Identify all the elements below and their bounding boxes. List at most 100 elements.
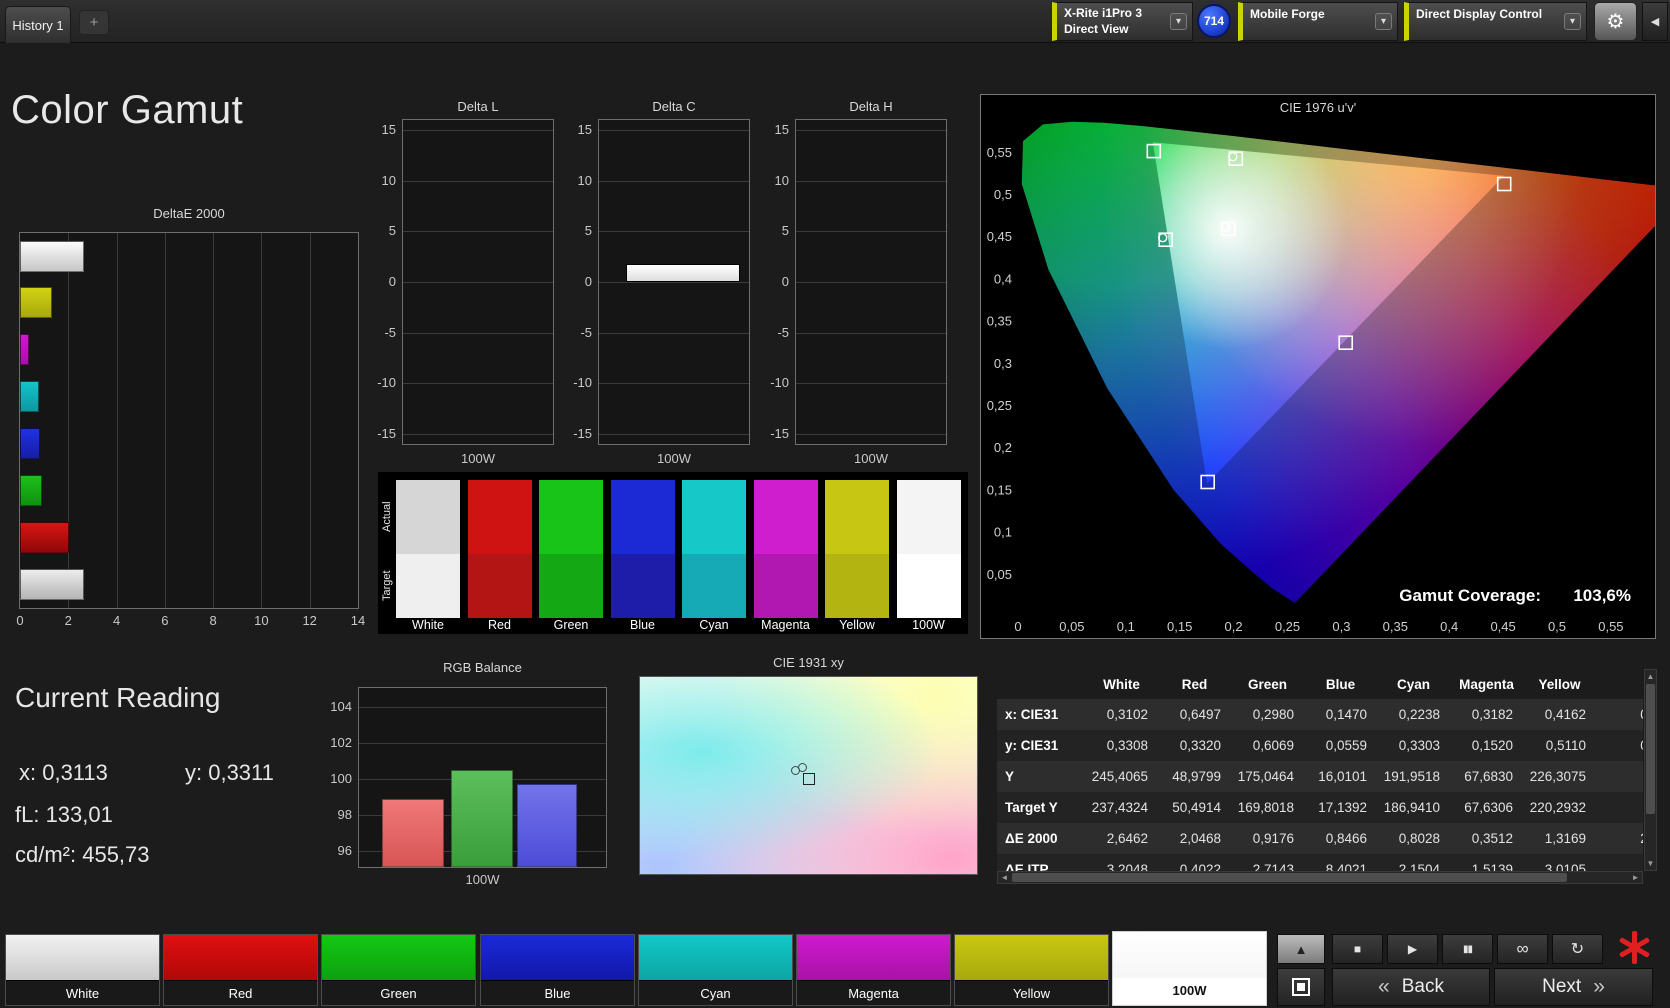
single-measure-button[interactable] [1277, 968, 1325, 1006]
display-control-name: Direct Display Control [1416, 7, 1543, 21]
meter-dropdown[interactable]: X-Rite i1Pro 3 Direct View ▾ [1052, 2, 1193, 41]
add-tab-button[interactable]: + [79, 10, 109, 35]
meter-count-badge: 714 [1197, 4, 1231, 38]
scroll-left-icon[interactable]: ◄ [998, 872, 1011, 883]
source-name: Mobile Forge [1250, 7, 1325, 21]
row-label: Target Y [1005, 800, 1058, 815]
patch-button-red[interactable]: Red [163, 934, 318, 1006]
measurement-table: White Red Green Blue Cyan Magenta Yellow x: CIE… [997, 669, 1643, 871]
abort-button[interactable] [1612, 928, 1656, 968]
collapse-panel-button[interactable]: ◀ [1642, 2, 1668, 41]
back-button[interactable]: « Back [1332, 968, 1490, 1006]
axis-tick-label: 0,55 [987, 145, 1012, 160]
grid-line [164, 233, 166, 608]
grid-line [403, 332, 553, 334]
patch-button-white[interactable]: White [5, 934, 160, 1006]
next-label: Next [1542, 976, 1582, 997]
play-icon: ▶ [1407, 942, 1418, 956]
scroll-up-icon[interactable]: ▲ [1645, 670, 1656, 683]
table-cell: 0,6069 [1252, 738, 1294, 753]
reading-y: y: 0,3311 [185, 760, 274, 785]
scroll-right-icon[interactable]: ► [1629, 872, 1642, 883]
delta-chart-delta-c [598, 119, 750, 445]
table-h-scrollbar[interactable]: ◄ ► [997, 871, 1643, 884]
swatch-actual-100w [896, 480, 961, 554]
patch-button-magenta[interactable]: Magenta [796, 934, 951, 1006]
up-arrow-icon: ▲ [1294, 941, 1308, 957]
tab-history-1[interactable]: History 1 [5, 6, 71, 43]
table-cell: 0,3320 [1179, 738, 1221, 753]
axis-tick-label: 0 [16, 613, 24, 628]
patch-button-100w[interactable]: 100W [1112, 931, 1267, 1006]
patch-button-yellow[interactable]: Yellow [954, 934, 1109, 1006]
axis-tick-label: 100 [330, 771, 352, 786]
grid-line [796, 282, 946, 283]
axis-tick-label: 0,1 [1117, 619, 1135, 634]
pause-button[interactable]: ▮▮ [1442, 934, 1493, 964]
row-label: y: CIE31 [1005, 738, 1059, 753]
axis-tick-label: 14 [350, 613, 366, 628]
axis-tick-label: -10 [573, 375, 592, 391]
scroll-down-icon[interactable]: ▼ [1645, 857, 1656, 870]
axis-tick-label: 8 [209, 613, 217, 628]
swatch-target-red [467, 554, 532, 618]
source-dropdown[interactable]: Mobile Forge ▾ [1238, 2, 1398, 41]
play-button[interactable]: ▶ [1387, 934, 1438, 964]
axis-tick-label: 0,1 [994, 525, 1012, 540]
axis-tick-label: -10 [377, 375, 396, 391]
patch-button-green[interactable]: Green [321, 934, 476, 1006]
grid-line [403, 231, 553, 233]
axis-tick-label: -5 [580, 324, 592, 340]
table-cell: 2,1504 [1398, 862, 1440, 871]
patch-label: Blue [544, 985, 571, 1001]
deltae-bar-cyan [20, 381, 40, 413]
level-up-button[interactable]: ▲ [1277, 934, 1325, 964]
swatch-label: Blue [629, 618, 656, 632]
grid-line [796, 130, 946, 131]
table-row: Target Y 237,4324 50,4914 169,8018 17,1392 18… [997, 792, 1643, 823]
table-cell: 67,6830 [1464, 769, 1513, 784]
patch-button-cyan[interactable]: Cyan [638, 934, 793, 1006]
patch-button-blue[interactable]: Blue [480, 934, 635, 1006]
axis-tick-label: 0,05 [1059, 619, 1084, 634]
deltae-bar-100w [20, 568, 84, 600]
display-control-dropdown[interactable]: Direct Display Control ▾ [1404, 2, 1587, 41]
continuous-measure-button[interactable]: ∞ [1497, 934, 1548, 964]
axis-tick-label: 15 [577, 122, 592, 137]
patch-swatch [955, 935, 1108, 981]
settings-button[interactable]: ⚙ [1594, 2, 1637, 41]
table-cell: 2,6462 [1106, 831, 1148, 846]
axis-tick-label: -15 [770, 426, 789, 441]
grid-line [599, 434, 749, 435]
target-row-label: Target [381, 570, 393, 602]
grid-line [403, 180, 553, 182]
row-label: ΔE ITP [1005, 862, 1049, 871]
loop-button[interactable]: ↻ [1552, 934, 1603, 964]
table-cell: 2,7143 [1252, 862, 1294, 871]
chevron-down-icon[interactable]: ▾ [1564, 13, 1581, 30]
chevron-down-icon[interactable]: ▾ [1375, 13, 1392, 30]
next-button[interactable]: Next » [1494, 968, 1653, 1006]
table-cell: 226,3075 [1529, 769, 1586, 784]
axis-tick-label: 0,2 [1225, 619, 1243, 634]
cie1931-title: CIE 1931 xy [773, 655, 844, 670]
chevron-down-icon[interactable]: ▾ [1170, 13, 1187, 30]
axis-tick-label: 2 [64, 613, 72, 628]
table-cell: 2,0468 [1179, 831, 1221, 846]
current-reading-title: Current Reading [15, 682, 221, 713]
axis-tick-label: 0,3 [994, 356, 1012, 371]
v-scrollbar-thumb[interactable] [1646, 684, 1655, 814]
swatch-actual-magenta [753, 480, 818, 554]
grid-line [359, 707, 606, 708]
grid-line [796, 180, 946, 182]
h-scrollbar-thumb[interactable] [1012, 873, 1567, 882]
axis-tick-label: 0,45 [1490, 619, 1515, 634]
stop-button[interactable]: ■ [1332, 934, 1383, 964]
page-title: Color Gamut [11, 88, 244, 132]
axis-tick-label: 0,5 [994, 187, 1012, 202]
next-chevron-icon: » [1593, 975, 1605, 998]
swatch-label: Cyan [699, 618, 729, 632]
table-cell: 16,0101 [1318, 769, 1367, 784]
grid-line [359, 743, 606, 744]
table-v-scrollbar[interactable]: ▲ ▼ [1644, 669, 1657, 871]
